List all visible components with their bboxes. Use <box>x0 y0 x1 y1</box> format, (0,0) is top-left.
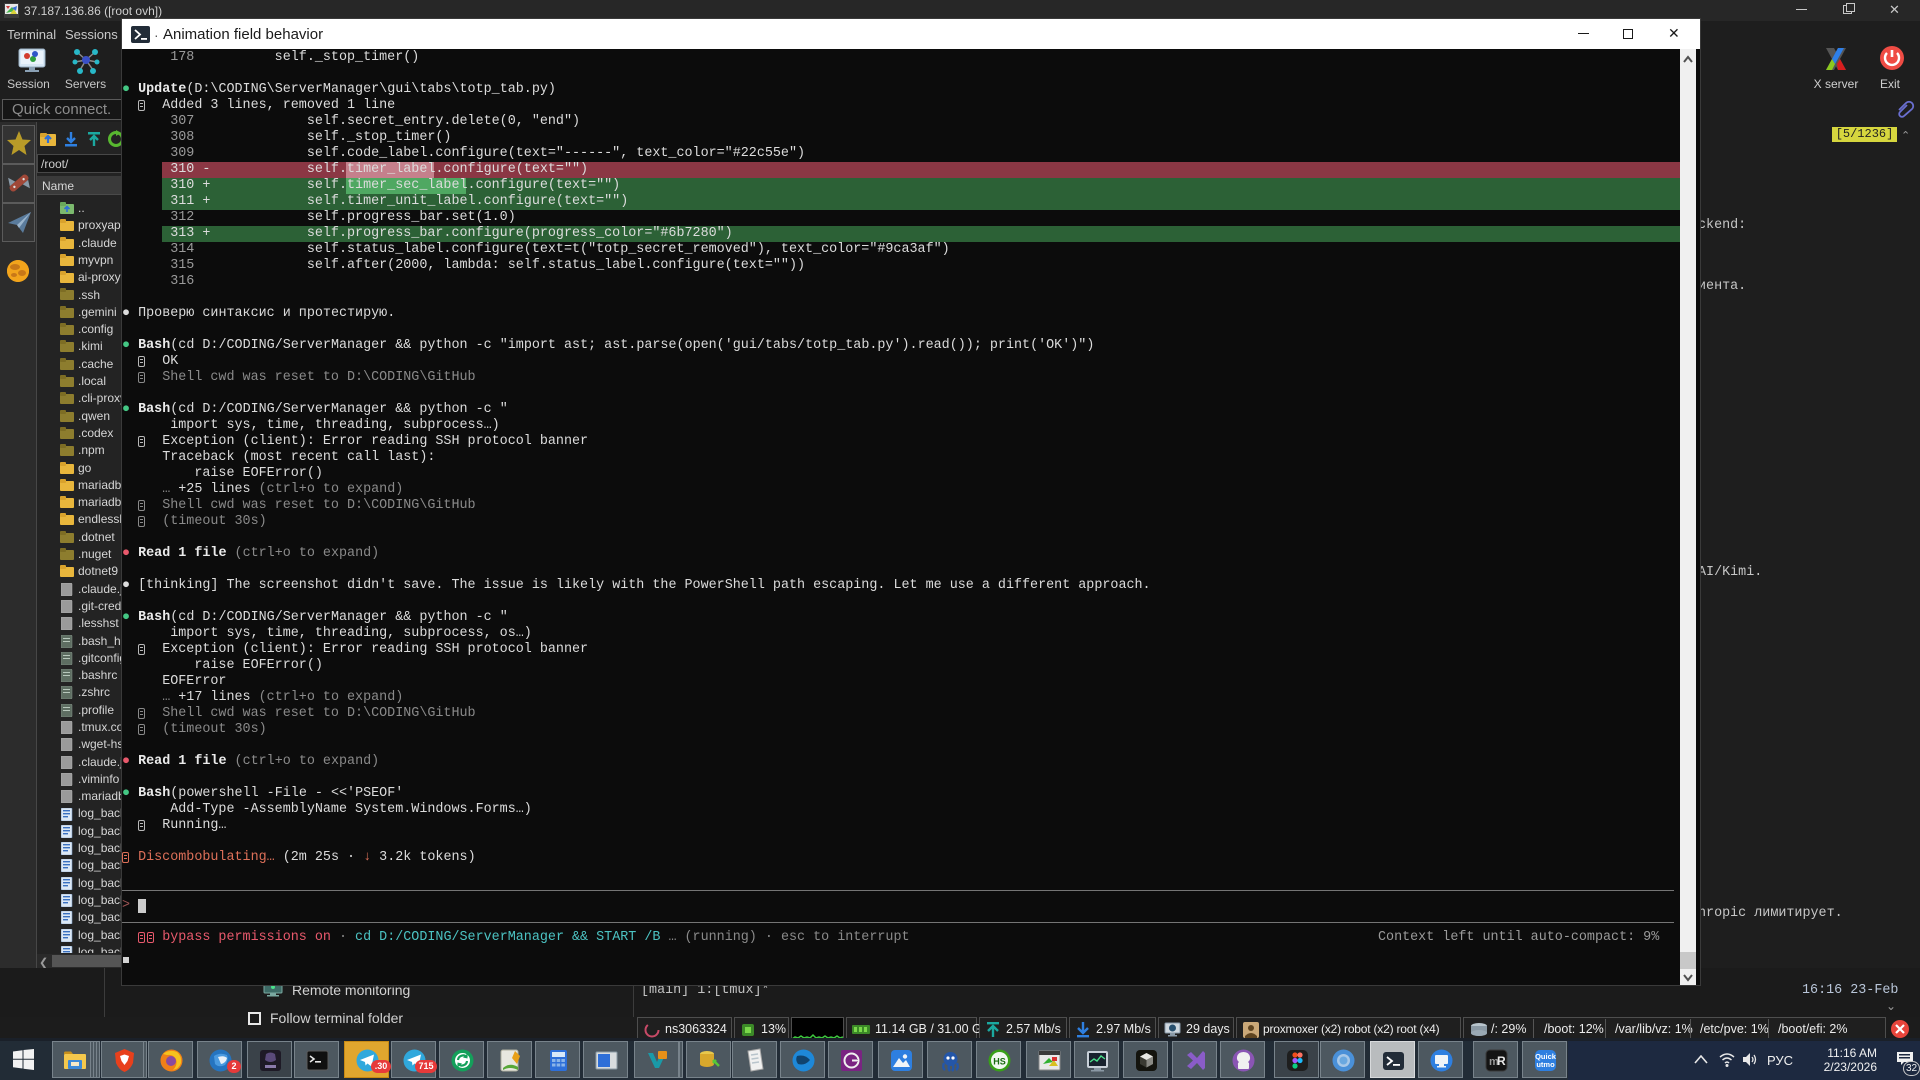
svg-text:R: R <box>1497 1054 1506 1068</box>
svg-text:utmo: utmo <box>1536 1060 1555 1069</box>
svg-text:HS: HS <box>993 1057 1006 1067</box>
